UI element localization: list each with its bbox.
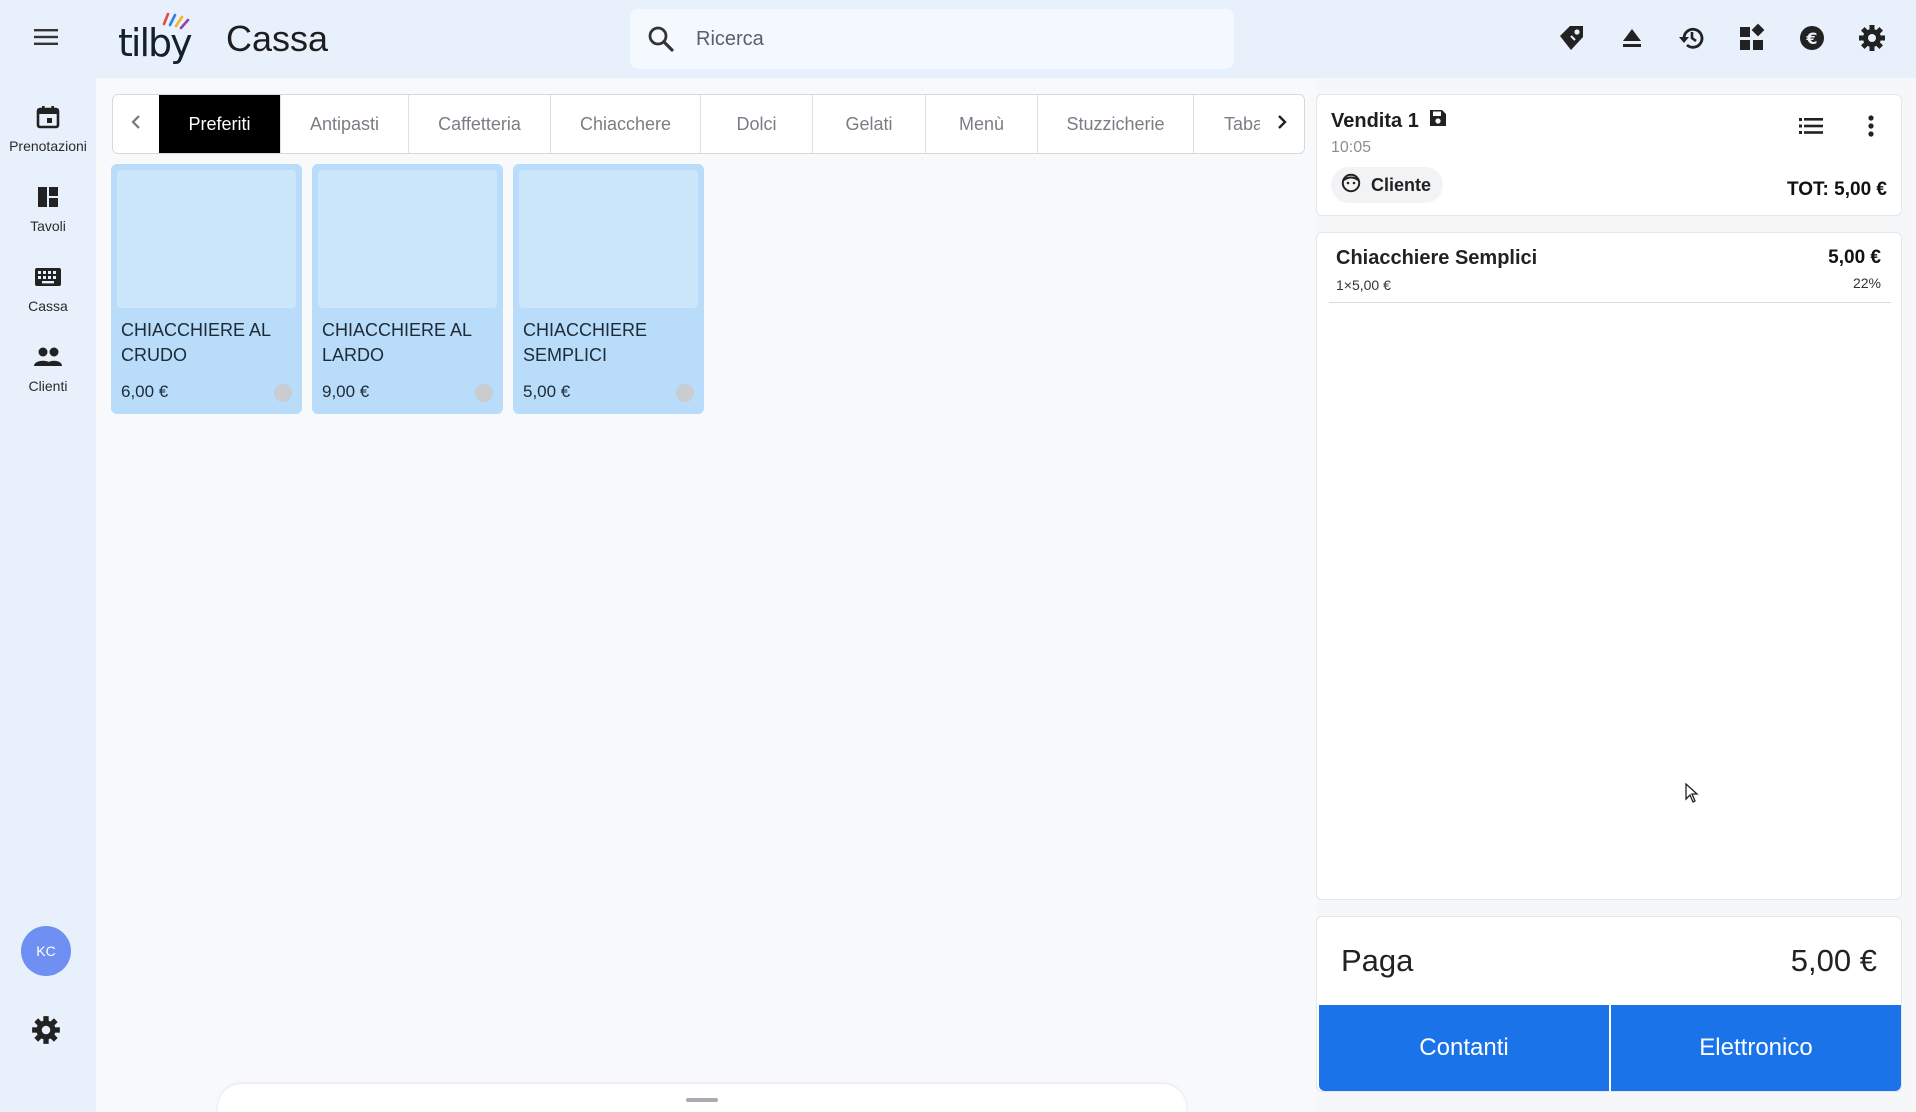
search-bar[interactable] xyxy=(630,9,1234,69)
mouse-cursor-icon xyxy=(1685,782,1699,803)
tab-antipasti[interactable]: Antipasti xyxy=(281,95,409,153)
widgets-icon[interactable] xyxy=(1732,18,1772,58)
settings-icon[interactable] xyxy=(1852,18,1892,58)
tab-gelati[interactable]: Gelati xyxy=(813,95,926,153)
product-card[interactable]: CHIACCHIERE AL LARDO 9,00 € xyxy=(312,164,503,414)
svg-text:tilby: tilby xyxy=(118,21,192,65)
tab-tabacchi[interactable]: Tabacchi xyxy=(1194,95,1260,153)
catalog-area: Preferiti Antipasti Caffetteria Chiacche… xyxy=(96,78,1316,1112)
keyboard-icon xyxy=(33,262,63,292)
avatar[interactable]: KC xyxy=(21,926,71,976)
tab-stuzzicherie[interactable]: Stuzzicherie xyxy=(1038,95,1194,153)
page-title: Cassa xyxy=(226,18,329,59)
sidebar-item-label: Tavoli xyxy=(30,218,66,234)
product-status-dot xyxy=(274,384,292,402)
item-name: Chiacchiere Semplici xyxy=(1336,247,1538,269)
search-input[interactable] xyxy=(696,27,1216,51)
menu-icon[interactable] xyxy=(28,22,64,52)
top-actions: € xyxy=(1552,18,1892,58)
payment-section: Paga 5,00 € Contanti Elettronico xyxy=(1316,916,1902,1092)
cash-button[interactable]: Contanti xyxy=(1319,1005,1609,1091)
payment-buttons: Contanti Elettronico xyxy=(1319,1005,1901,1091)
face-icon xyxy=(1341,173,1361,198)
sidebar-item-prenotazioni[interactable]: Prenotazioni xyxy=(0,102,96,174)
product-card[interactable]: CHIACCHIERE SEMPLICI 5,00 € xyxy=(513,164,704,414)
people-icon xyxy=(33,342,63,372)
product-price: 9,00 € xyxy=(322,382,370,401)
product-price: 6,00 € xyxy=(121,382,169,401)
product-price: 5,00 € xyxy=(523,382,571,401)
chevron-left-icon xyxy=(129,114,143,135)
electronic-payment-button[interactable]: Elettronico xyxy=(1611,1005,1901,1091)
sidebar-item-label: Clienti xyxy=(28,378,68,394)
product-status-dot xyxy=(676,384,694,402)
tabs-track: Preferiti Antipasti Caffetteria Chiacche… xyxy=(159,95,1260,153)
category-tabs: Preferiti Antipasti Caffetteria Chiacche… xyxy=(112,94,1305,154)
svg-text:€: € xyxy=(1805,29,1817,48)
more-vert-icon[interactable] xyxy=(1853,109,1889,143)
sidebar-item-label: Cassa xyxy=(28,298,68,314)
sale-header: Vendita 1 10:05 Cliente TOT: 5,00 € xyxy=(1316,94,1902,216)
chevron-right-icon xyxy=(1275,114,1289,135)
product-grid: CHIACCHIERE AL CRUDO 6,00 € CHIACCHIERE … xyxy=(111,164,704,414)
sidebar-item-clienti[interactable]: Clienti xyxy=(0,342,96,414)
product-name: CHIACCHIERE SEMPLICI xyxy=(523,320,648,365)
price-tag-icon[interactable] xyxy=(1552,18,1592,58)
drag-grip xyxy=(686,1098,718,1102)
product-name: CHIACCHIERE AL LARDO xyxy=(322,320,472,365)
sale-title: Vendita 1 xyxy=(1331,109,1447,133)
sale-panel: Vendita 1 10:05 Cliente TOT: 5,00 € Chia… xyxy=(1316,78,1916,1112)
eject-icon[interactable] xyxy=(1612,18,1652,58)
search-icon xyxy=(646,24,676,54)
product-name: CHIACCHIERE AL CRUDO xyxy=(121,320,271,365)
tab-chiacchere[interactable]: Chiacchere xyxy=(551,95,701,153)
sidebar-item-cassa[interactable]: Cassa xyxy=(0,262,96,334)
sale-total: TOT: 5,00 € xyxy=(1787,179,1887,200)
sale-name: Vendita 1 xyxy=(1331,109,1419,132)
tab-dolci[interactable]: Dolci xyxy=(701,95,813,153)
list-icon[interactable] xyxy=(1793,109,1829,143)
tabs-scroll-left-button[interactable] xyxy=(113,95,159,153)
euro-icon[interactable]: € xyxy=(1792,18,1832,58)
bottom-sheet-handle[interactable] xyxy=(218,1084,1186,1112)
sidebar-item-tavoli[interactable]: Tavoli xyxy=(0,182,96,254)
list-item[interactable]: Chiacchiere Semplici 1×5,00 € 5,00 € 22% xyxy=(1329,237,1891,303)
pay-label: Paga xyxy=(1341,943,1414,978)
product-status-dot xyxy=(475,384,493,402)
calendar-icon xyxy=(33,102,63,132)
sidebar-item-label: Prenotazioni xyxy=(9,138,87,154)
tab-menu[interactable]: Menù xyxy=(926,95,1038,153)
gear-icon[interactable] xyxy=(30,1014,62,1046)
history-icon[interactable] xyxy=(1672,18,1712,58)
product-card[interactable]: CHIACCHIERE AL CRUDO 6,00 € xyxy=(111,164,302,414)
tilby-logo: tilby xyxy=(118,10,202,66)
product-image-placeholder xyxy=(117,170,296,308)
tabs-scroll-right-button[interactable] xyxy=(1260,95,1304,153)
pay-amount: 5,00 € xyxy=(1790,943,1877,978)
item-vat: 22% xyxy=(1852,275,1881,291)
sale-items-list: Chiacchiere Semplici 1×5,00 € 5,00 € 22% xyxy=(1316,232,1902,900)
product-image-placeholder xyxy=(519,170,698,308)
item-quantity: 1×5,00 € xyxy=(1336,277,1391,293)
sale-time: 10:05 xyxy=(1331,139,1372,156)
customer-label: Cliente xyxy=(1371,174,1432,195)
item-total: 5,00 € xyxy=(1828,247,1881,268)
top-bar: tilby Cassa € xyxy=(0,0,1916,78)
product-image-placeholder xyxy=(318,170,497,308)
tables-icon xyxy=(33,182,63,212)
tab-preferiti[interactable]: Preferiti xyxy=(159,95,281,153)
save-icon[interactable] xyxy=(1429,109,1447,133)
customer-chip[interactable]: Cliente xyxy=(1331,167,1444,203)
tab-caffetteria[interactable]: Caffetteria xyxy=(409,95,551,153)
